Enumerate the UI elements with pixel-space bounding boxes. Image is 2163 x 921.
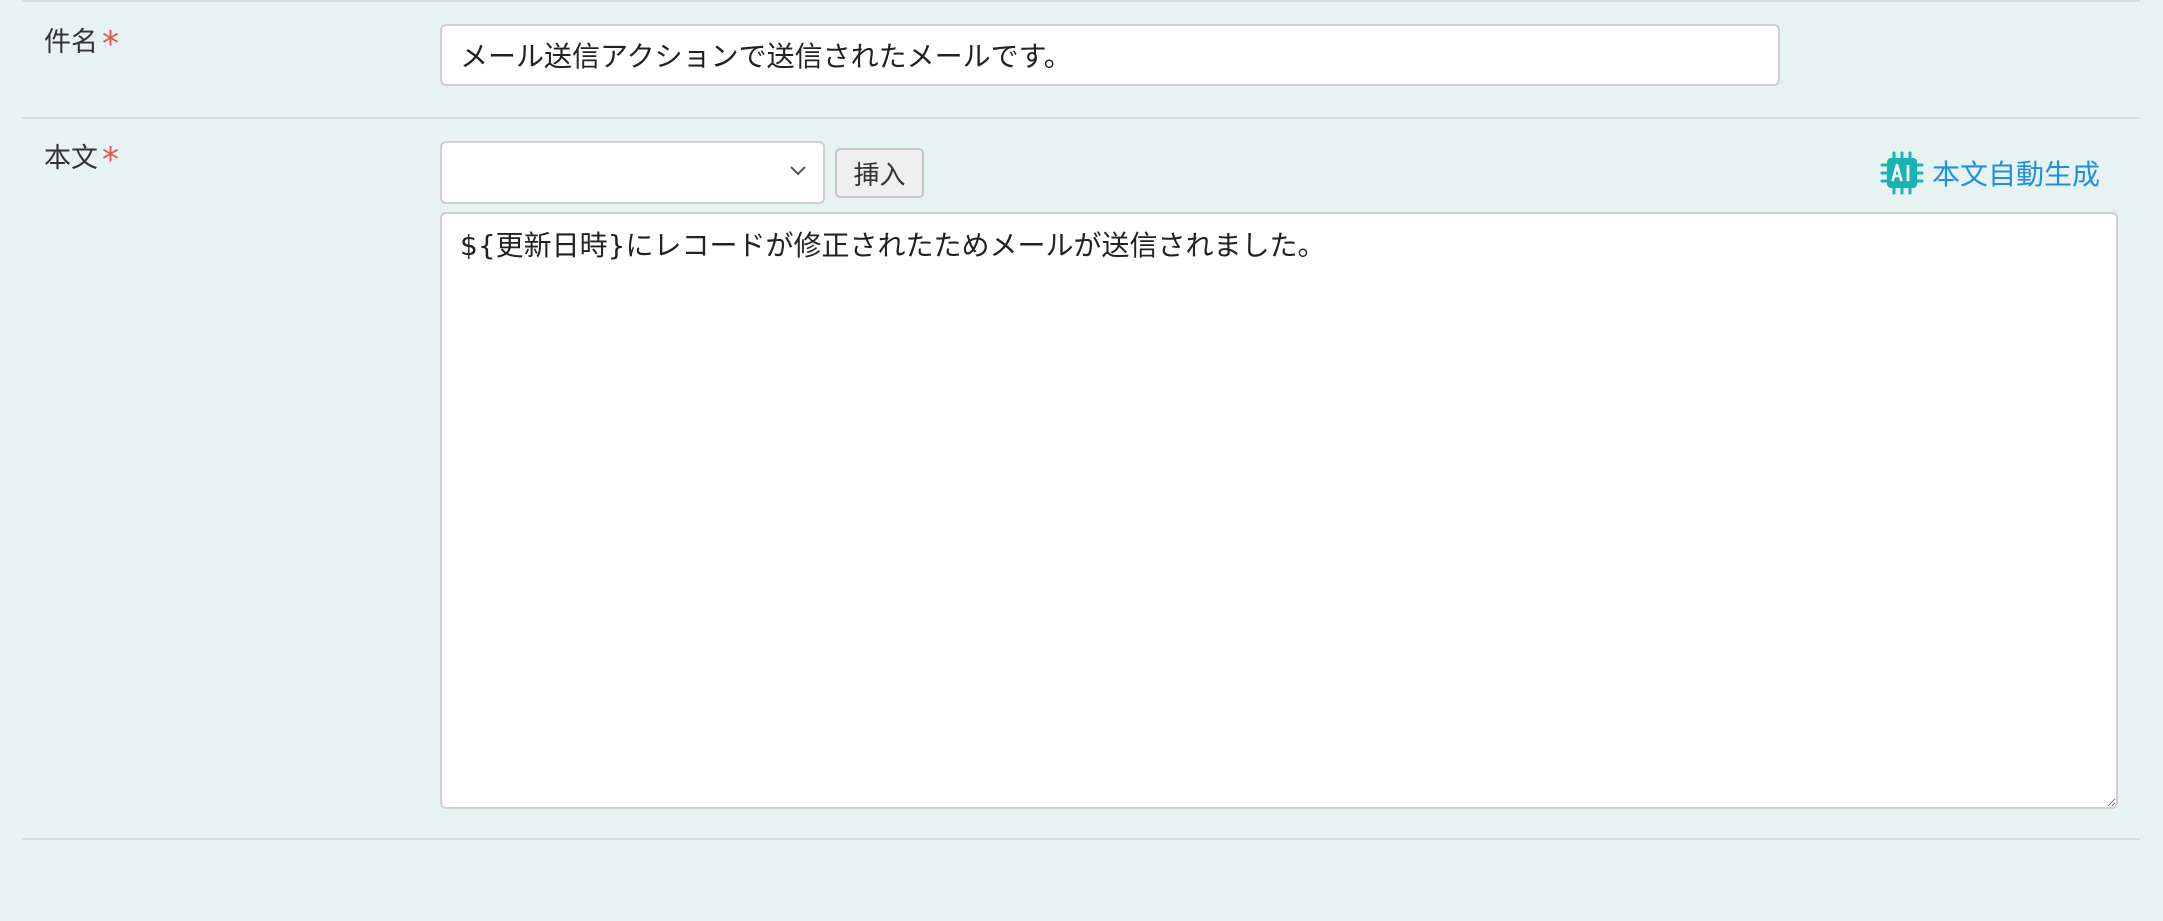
- body-label: 本文 *: [44, 140, 119, 177]
- required-mark: *: [102, 140, 119, 180]
- row-divider-middle: [22, 117, 2140, 119]
- chevron-down-icon: [790, 166, 806, 176]
- insert-button[interactable]: 挿入: [835, 148, 924, 198]
- subject-input[interactable]: [440, 24, 1780, 86]
- subject-label: 件名 *: [44, 24, 119, 61]
- ai-generate-body-link[interactable]: 本文自動生成: [1880, 150, 2100, 196]
- subject-label-text: 件名: [44, 27, 98, 58]
- row-divider-bottom: [22, 838, 2140, 840]
- required-mark: *: [102, 24, 119, 64]
- insert-field-select[interactable]: [440, 141, 825, 204]
- body-textarea[interactable]: ${更新日時}にレコードが修正されたためメールが送信されました。: [440, 212, 2118, 809]
- ai-chip-icon: [1880, 151, 1924, 195]
- body-label-text: 本文: [44, 143, 98, 174]
- row-divider-top: [22, 0, 2140, 2]
- ai-generate-body-label: 本文自動生成: [1932, 158, 2101, 191]
